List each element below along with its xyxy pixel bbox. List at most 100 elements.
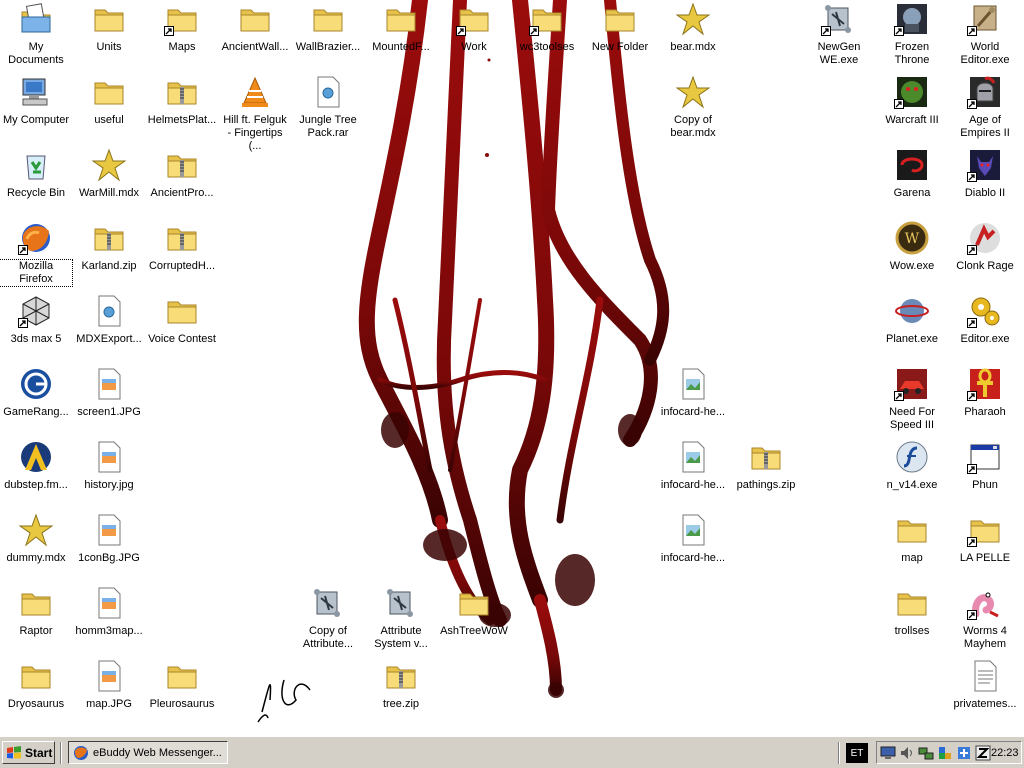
desktop-icon-iconbg[interactable]: 1conBg.JPG bbox=[73, 513, 145, 583]
desktop-icon-attribute-system[interactable]: Attribute System v... bbox=[365, 586, 437, 656]
display-icon[interactable] bbox=[880, 745, 896, 761]
desktop-icon-work[interactable]: Work bbox=[438, 2, 510, 72]
desktop-icon-hill-felguk[interactable]: Hill ft. Felguk - Fingertips (... bbox=[219, 75, 291, 152]
taskbar-button-ebuddy[interactable]: eBuddy Web Messenger... bbox=[68, 741, 228, 764]
desktop-icon-my-documents[interactable]: My Documents bbox=[0, 2, 72, 72]
doc-icon bbox=[311, 75, 345, 109]
desktop-icon-wallbrazier[interactable]: WallBrazier... bbox=[292, 2, 364, 72]
desktop-icon-infocard1[interactable]: infocard-he... bbox=[657, 367, 729, 437]
desktop-icon-dummy[interactable]: dummy.mdx bbox=[0, 513, 72, 583]
desktop-icon-nfs3[interactable]: Need For Speed III bbox=[876, 367, 948, 437]
desktop-icon-frozen-throne[interactable]: Frozen Throne bbox=[876, 2, 948, 72]
desktop-icon-label: HelmetsPlat... bbox=[147, 114, 217, 126]
desktop-icon-units[interactable]: Units bbox=[73, 2, 145, 72]
desktop-icon-pathings[interactable]: pathings.zip bbox=[730, 440, 802, 510]
desktop-icon-warmill[interactable]: WarMill.mdx bbox=[73, 148, 145, 218]
desktop-icon-planet[interactable]: Planet.exe bbox=[876, 294, 948, 364]
desktop-icon-la-pelle[interactable]: LA PELLE bbox=[949, 513, 1021, 583]
app-icon[interactable] bbox=[937, 745, 953, 761]
shortcut-arrow-icon bbox=[967, 172, 977, 182]
desktop-icon-map-folder[interactable]: map bbox=[876, 513, 948, 583]
desktop-icon-label: wc3toolses bbox=[519, 41, 575, 53]
desktop-icon-3dsmax[interactable]: 3ds max 5 bbox=[0, 294, 72, 364]
desktop-icon-helmetsplat[interactable]: HelmetsPlat... bbox=[146, 75, 218, 145]
desktop-icon-world-editor[interactable]: World Editor.exe bbox=[949, 2, 1021, 72]
desktop-icon-copy-bear[interactable]: Copy of bear.mdx bbox=[657, 75, 729, 145]
desktop-icon-copy-attribute[interactable]: Copy of Attribute... bbox=[292, 586, 364, 656]
desktop-icon-mountedf[interactable]: MountedF... bbox=[365, 2, 437, 72]
desktop-icon-voice-contest[interactable]: Voice Contest bbox=[146, 294, 218, 364]
desktop-icon-wc3toolses[interactable]: wc3toolses bbox=[511, 2, 583, 72]
desktop-icon-gameranger[interactable]: GameRang... bbox=[0, 367, 72, 437]
desktop-icon-karland[interactable]: Karland.zip bbox=[73, 221, 145, 291]
desktop-icon-label: pathings.zip bbox=[736, 479, 796, 491]
folder-icon bbox=[19, 659, 53, 693]
window-icon bbox=[967, 440, 1002, 474]
desktop-icon-pharaoh[interactable]: Pharaoh bbox=[949, 367, 1021, 437]
desktop-icon-dryosaurus[interactable]: Dryosaurus bbox=[0, 659, 72, 729]
shortcut-arrow-icon bbox=[894, 391, 904, 401]
desktop-icon-mdxexport[interactable]: MDXExport... bbox=[73, 294, 145, 364]
language-indicator[interactable]: ET bbox=[846, 743, 868, 763]
desktop-icon-phun[interactable]: Phun bbox=[949, 440, 1021, 510]
desktop-icon-worms4[interactable]: Worms 4 Mayhem bbox=[949, 586, 1021, 656]
desktop-icon-ancientwall[interactable]: AncientWall... bbox=[219, 2, 291, 72]
desktop-icon-firefox[interactable]: Mozilla Firefox bbox=[0, 221, 73, 291]
star-icon bbox=[676, 2, 710, 36]
nfs-icon bbox=[894, 367, 929, 401]
desktop-icon-diablo2[interactable]: Diablo II bbox=[949, 148, 1021, 218]
desktop-icon-my-computer[interactable]: My Computer bbox=[0, 75, 72, 145]
desktop-icon-editor[interactable]: Editor.exe bbox=[949, 294, 1021, 364]
desktop-icon-ashtree[interactable]: AshTreeWoW bbox=[438, 586, 510, 656]
desktop-icon-new-folder[interactable]: New Folder bbox=[584, 2, 656, 72]
clock[interactable]: 22:23 bbox=[991, 747, 1019, 759]
desktop-icon-recycle-bin[interactable]: Recycle Bin bbox=[0, 148, 72, 218]
desktop-icon-clonk[interactable]: Clonk Rage bbox=[949, 221, 1021, 291]
desktop-icon-warcraft3[interactable]: Warcraft III bbox=[876, 75, 948, 145]
desktop-icon-garena[interactable]: Garena bbox=[876, 148, 948, 218]
desktop-icon-homm3map[interactable]: homm3map... bbox=[73, 586, 145, 656]
desktop-icon-label: World Editor.exe bbox=[960, 41, 1010, 66]
desktop-icon-corruptedh[interactable]: CorruptedH... bbox=[146, 221, 218, 291]
desktop-icon-label: AncientPro... bbox=[150, 187, 214, 199]
desktop-icon-label: Recycle Bin bbox=[6, 187, 66, 199]
desktop-icon-trollses[interactable]: trollses bbox=[876, 586, 948, 656]
desktop-icon-maps[interactable]: Maps bbox=[146, 2, 218, 72]
desktop-icon-privatemes[interactable]: privatemes... bbox=[949, 659, 1021, 729]
desktop-icon-jungle-tree[interactable]: Jungle Tree Pack.rar bbox=[292, 75, 364, 145]
desktop-icon-label: Jungle Tree Pack.rar bbox=[299, 114, 357, 139]
desktop-icon-label: Planet.exe bbox=[886, 333, 938, 345]
desktop-icon-map-jpg[interactable]: map.JPG bbox=[73, 659, 145, 729]
desktop-icon-infocard3[interactable]: infocard-he... bbox=[657, 513, 729, 583]
folder-icon bbox=[164, 2, 199, 36]
jpg-icon bbox=[92, 440, 126, 474]
desktop-icon-pleurosaurus[interactable]: Pleurosaurus bbox=[146, 659, 218, 729]
desktop-icon-label: privatemes... bbox=[953, 698, 1017, 710]
desktop-icon-aoe2[interactable]: Age of Empires II bbox=[949, 75, 1021, 145]
folder-icon bbox=[457, 586, 491, 620]
desktop-icon-useful[interactable]: useful bbox=[73, 75, 145, 145]
taskbar-separator bbox=[838, 742, 840, 764]
desktop-icon-screen1[interactable]: screen1.JPG bbox=[73, 367, 145, 437]
desktop-icon-newgen-we[interactable]: NewGen WE.exe bbox=[803, 2, 875, 72]
desktop-icon-ancientpro[interactable]: AncientPro... bbox=[146, 148, 218, 218]
desktop[interactable]: My Documents Units Maps AncientWall... WallB… bbox=[0, 0, 1024, 736]
desktop-icon-label: Copy of bear.mdx bbox=[670, 114, 716, 139]
zip-icon bbox=[165, 221, 199, 255]
desktop-icon-wow[interactable]: W Wow.exe bbox=[876, 221, 948, 291]
shortcut-arrow-icon bbox=[18, 318, 28, 328]
desktop-icon-tree-zip[interactable]: tree.zip bbox=[365, 659, 437, 729]
network-icon[interactable] bbox=[918, 745, 934, 761]
taskbar: Start eBuddy Web Messenger... ET 22:23 bbox=[0, 736, 1024, 768]
desktop-icon-bear-mdx[interactable]: bear.mdx bbox=[657, 2, 729, 72]
desktop-icon-raptor[interactable]: Raptor bbox=[0, 586, 72, 656]
shortcut-arrow-icon bbox=[967, 245, 977, 255]
speaker-icon[interactable] bbox=[899, 745, 915, 761]
desktop-icon-infocard2[interactable]: infocard-he... bbox=[657, 440, 729, 510]
start-button[interactable]: Start bbox=[2, 741, 55, 764]
security-icon[interactable] bbox=[956, 745, 972, 761]
desktop-icon-history[interactable]: history.jpg bbox=[73, 440, 145, 510]
desktop-icon-n-v14[interactable]: n_v14.exe bbox=[876, 440, 948, 510]
zone-alarm-icon[interactable] bbox=[975, 745, 991, 761]
desktop-icon-dubstep[interactable]: dubstep.fm... bbox=[0, 440, 72, 510]
